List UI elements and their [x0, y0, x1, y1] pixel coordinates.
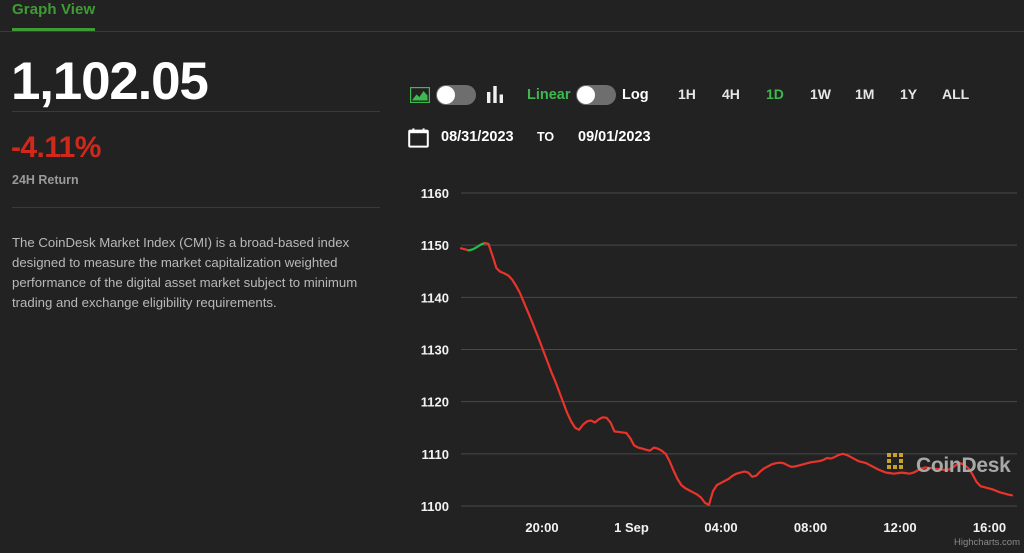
range-1m[interactable]: 1M	[855, 86, 874, 102]
scale-toggle-knob	[577, 86, 595, 104]
range-1w[interactable]: 1W	[810, 86, 831, 102]
date-to[interactable]: 09/01/2023	[578, 129, 651, 145]
summary-divider-top	[12, 111, 380, 112]
y-axis-tick-label: 1130	[421, 343, 449, 358]
tab-graph-view[interactable]: Graph View	[12, 1, 95, 18]
tab-bar: Graph View	[0, 0, 1024, 34]
x-axis-tick-label: 20:00	[525, 520, 558, 535]
x-axis-tick-label: 04:00	[704, 520, 737, 535]
scale-log-label[interactable]: Log	[622, 87, 649, 103]
bar-chart-icon[interactable]	[486, 86, 504, 103]
y-axis-tick-label: 1100	[421, 499, 449, 514]
y-axis-tick-label: 1160	[421, 186, 449, 201]
series-path	[459, 247, 470, 252]
x-axis-tick-label: 16:00	[973, 520, 1006, 535]
index-price: 1,102.05	[11, 52, 209, 111]
chart-credit[interactable]: Highcharts.com	[954, 537, 1020, 548]
range-1y[interactable]: 1Y	[900, 86, 917, 102]
chart-type-toggle-knob	[437, 86, 455, 104]
summary-panel: 1,102.05 -4.11% 24H Return The CoinDesk …	[0, 34, 392, 553]
index-description: The CoinDesk Market Index (CMI) is a bro…	[12, 235, 358, 310]
scale-toggle[interactable]	[576, 85, 616, 105]
y-axis-tick-label: 1140	[421, 290, 449, 305]
date-separator: TO	[537, 130, 555, 144]
x-axis-tick-label: 12:00	[883, 520, 916, 535]
y-axis-tick-label: 1150	[421, 238, 449, 253]
coindesk-logo-icon	[886, 452, 910, 481]
area-chart-icon[interactable]	[409, 86, 431, 104]
calendar-icon[interactable]	[408, 128, 429, 148]
range-1d[interactable]: 1D	[766, 86, 784, 102]
range-4h[interactable]: 4H	[722, 86, 740, 102]
scale-linear-label[interactable]: Linear	[527, 87, 571, 103]
x-axis-tick-label: 1 Sep	[614, 520, 649, 535]
x-axis-tick-label: 08:00	[794, 520, 827, 535]
range-1h[interactable]: 1H	[678, 86, 696, 102]
chart-controls: Linear Log 1H 4H 1D 1W 1M 1Y ALL	[400, 70, 1024, 130]
date-from[interactable]: 08/31/2023	[441, 129, 514, 145]
range-all[interactable]: ALL	[942, 86, 969, 102]
price-chart[interactable]: 1100 1110 1120 1130 1140 1150 1160 20:00 1 Sep 0…	[400, 170, 1024, 553]
tab-bar-divider	[0, 31, 1024, 32]
change-period-label: 24H Return	[12, 173, 79, 187]
y-axis-tick-label: 1120	[421, 395, 449, 410]
graph-view-page: Graph View 1,102.05 -4.11% 24H Return Th…	[0, 0, 1024, 553]
chart-svg: 1100 1110 1120 1130 1140 1150 1160 20:00 1 Sep 0…	[421, 186, 1020, 548]
chart-type-toggle[interactable]	[436, 85, 476, 105]
summary-divider-bottom	[12, 207, 380, 208]
coindesk-watermark: CoinDesk	[886, 452, 1011, 481]
y-axis-tick-label: 1110	[422, 447, 450, 462]
chart-y-axis-labels: 1100 1110 1120 1130 1140 1150 1160	[421, 186, 449, 514]
chart-x-axis-labels: 20:00 1 Sep 04:00 08:00 12:00 16:00	[525, 520, 1006, 535]
change-percent: -4.11%	[11, 131, 101, 164]
coindesk-watermark-text: CoinDesk	[916, 454, 1011, 477]
